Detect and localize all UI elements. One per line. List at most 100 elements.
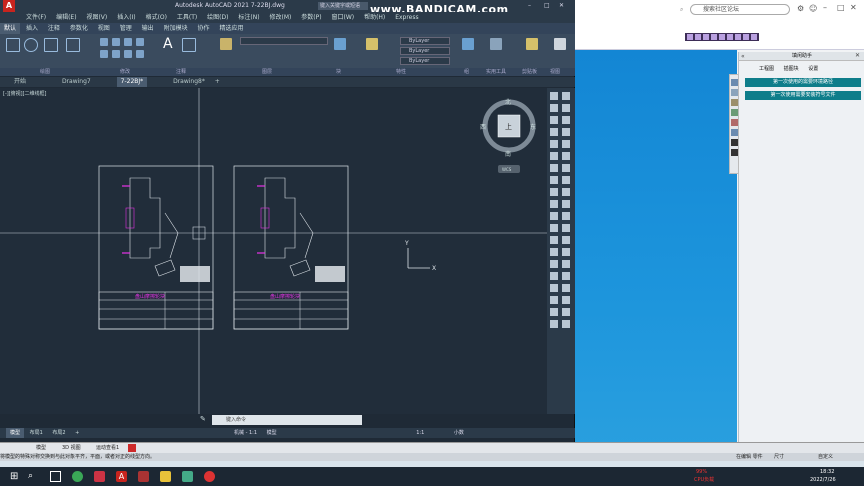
layout-tab-model[interactable]: 模型 <box>6 428 25 438</box>
menu-item[interactable]: 文件(F) <box>22 12 50 23</box>
view-base-icon[interactable] <box>554 38 566 50</box>
folder-icon[interactable] <box>731 99 738 106</box>
move-icon[interactable] <box>100 38 108 46</box>
plugin-icon[interactable] <box>727 34 733 40</box>
menu-item[interactable]: 标注(N) <box>234 12 263 23</box>
autocad-taskbar-icon[interactable]: A <box>116 471 127 482</box>
menu-item[interactable]: 绘图(D) <box>203 12 232 23</box>
tab-parametric[interactable]: 参数化 <box>66 23 92 34</box>
measure-icon[interactable] <box>490 38 502 50</box>
close-icon[interactable]: ✕ <box>855 52 860 59</box>
settings-icon[interactable]: ⚙ <box>797 4 804 13</box>
doc-tab[interactable]: Drawing8* <box>169 77 209 87</box>
maximize-icon[interactable]: □ <box>837 3 845 12</box>
tab-insert[interactable]: 插入 <box>22 23 42 34</box>
windows-start-icon[interactable]: ⊞ <box>10 471 18 482</box>
globe-icon[interactable] <box>731 119 738 126</box>
menu-item[interactable]: 编辑(E) <box>52 12 80 23</box>
plugin-icon[interactable] <box>735 34 741 40</box>
gear-icon[interactable] <box>731 109 738 116</box>
autocad-logo-icon[interactable]: A <box>3 0 15 12</box>
tab-annotate[interactable]: 注释 <box>44 23 64 34</box>
add-layout-icon[interactable]: + <box>71 428 83 438</box>
line-tool-icon[interactable] <box>6 38 20 52</box>
menu-item[interactable]: Express <box>391 12 422 23</box>
minimize-icon[interactable]: – <box>823 3 827 12</box>
match-properties-icon[interactable] <box>366 38 378 50</box>
tab-addins[interactable]: 附加模块 <box>160 23 192 34</box>
record-icon[interactable] <box>128 444 136 452</box>
list-icon[interactable] <box>731 129 738 136</box>
group-label[interactable]: 修改 <box>120 68 130 76</box>
panel-tab[interactable]: 插图块 <box>780 65 803 74</box>
layer-properties-icon[interactable] <box>220 38 232 50</box>
new-tab-icon[interactable]: + <box>211 77 224 87</box>
trim-icon[interactable] <box>124 38 132 46</box>
clock-date[interactable]: 2022/7/26 <box>810 477 836 483</box>
arc-tool-icon[interactable] <box>44 38 58 52</box>
plugin-icon[interactable] <box>751 34 757 40</box>
doc-tab-start[interactable]: 开始 <box>10 77 30 87</box>
group-label[interactable]: 视图 <box>550 68 560 76</box>
doc-tab-active[interactable]: 7-22BJ* <box>116 77 148 87</box>
status-scale[interactable]: 机械 - 1:1 <box>230 428 261 438</box>
shield-icon[interactable] <box>731 89 738 96</box>
layer-dropdown[interactable] <box>240 37 328 45</box>
plugin-icon[interactable] <box>719 34 725 40</box>
menu-item[interactable]: 工具(T) <box>173 12 201 23</box>
group-label[interactable]: 绘图 <box>40 68 50 76</box>
clock-time[interactable]: 18:32 <box>820 469 834 475</box>
group-label[interactable]: 组 <box>464 68 469 76</box>
menu-item[interactable]: 视图(V) <box>82 12 111 23</box>
group-label[interactable]: 实用工具 <box>486 68 506 76</box>
group-label[interactable]: 剪贴板 <box>522 68 537 76</box>
drawing-canvas[interactable]: [-][俯视][二维线框] 盘山摩擦轮块 盘山摩擦轮块 X Y 上 北 南 东 … <box>0 88 547 414</box>
tab-collaborate[interactable]: 协作 <box>194 23 214 34</box>
group-label[interactable]: 块 <box>336 68 341 76</box>
right-toolbar-icons[interactable] <box>547 88 575 414</box>
status-units[interactable]: 小数 <box>450 428 468 438</box>
close-icon[interactable]: ✕ <box>850 3 857 12</box>
graduation-icon[interactable] <box>731 149 738 156</box>
tab-featured[interactable]: 精选应用 <box>215 23 247 34</box>
search-icon[interactable]: ⌕ <box>28 471 33 481</box>
layout-tab[interactable]: 布局2 <box>48 428 69 438</box>
user-icon[interactable]: ☺ <box>809 4 817 13</box>
scale-icon[interactable] <box>136 50 144 58</box>
menu-item[interactable]: 帮助(H) <box>360 12 389 23</box>
plugin-icon[interactable] <box>695 34 701 40</box>
close-icon[interactable]: ✕ <box>559 0 564 12</box>
linetype-dropdown[interactable]: ByLayer <box>400 47 450 55</box>
menu-item[interactable]: 修改(M) <box>266 12 296 23</box>
status-model[interactable]: 模型 <box>263 428 281 438</box>
menu-item[interactable]: 格式(O) <box>142 12 171 23</box>
plugin-icon[interactable] <box>703 34 709 40</box>
stretch-icon[interactable] <box>124 50 132 58</box>
group-icon[interactable] <box>462 38 474 50</box>
tab-output[interactable]: 输出 <box>138 23 158 34</box>
app-icon[interactable] <box>94 471 105 482</box>
tab-default[interactable]: 默认 <box>0 23 21 34</box>
plugin-icon[interactable] <box>743 34 749 40</box>
group-label[interactable]: 图层 <box>262 68 272 76</box>
command-line-input[interactable]: 键入命令 <box>212 415 362 425</box>
collapse-icon[interactable]: « <box>741 53 745 60</box>
maximize-icon[interactable]: □ <box>544 0 550 12</box>
insert-block-icon[interactable] <box>334 38 346 50</box>
browser-search-input[interactable]: 搜索社区论坛 <box>690 4 790 15</box>
fillet-icon[interactable] <box>112 50 120 58</box>
panel-tab[interactable]: 工程图 <box>755 65 778 74</box>
command-wrench-icon[interactable]: ✎ <box>200 415 206 423</box>
install-symbols-button[interactable]: 第一次使用需要安装符号文件 <box>745 91 861 100</box>
layout-tab[interactable]: 布局1 <box>26 428 47 438</box>
graduation-icon[interactable] <box>731 139 738 146</box>
copy-icon[interactable] <box>136 38 144 46</box>
menu-item[interactable]: 参数(P) <box>297 12 325 23</box>
minimize-icon[interactable]: – <box>528 0 531 12</box>
app-icon[interactable] <box>182 471 193 482</box>
cad-search-input[interactable]: 键入关键字或短语 <box>318 2 368 10</box>
group-label[interactable]: 特性 <box>396 68 406 76</box>
tab-manage[interactable]: 管理 <box>116 23 136 34</box>
mirror-icon[interactable] <box>100 50 108 58</box>
record-app-icon[interactable] <box>204 471 215 482</box>
